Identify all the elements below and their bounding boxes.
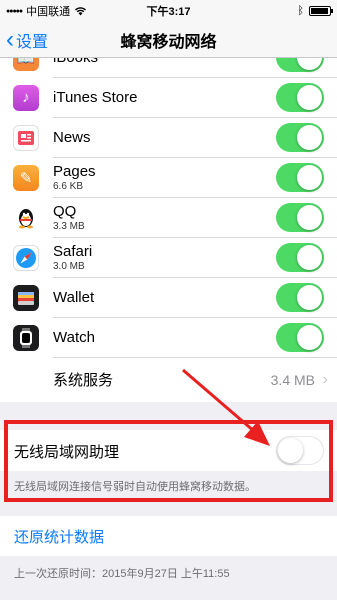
system-services-label: 系统服务 (53, 372, 114, 389)
app-name: QQ (53, 203, 77, 220)
app-name: iBooks (53, 58, 98, 66)
page-title: 蜂窝移动网络 (120, 33, 217, 51)
watch-icon (13, 324, 39, 351)
app-data-usage: 3.0 MB (53, 261, 85, 272)
ibooks-icon: 📖 (13, 58, 39, 71)
toggle-knob (297, 58, 322, 70)
toggle-knob (297, 245, 322, 270)
chevron-left-icon: ‹ (6, 25, 14, 53)
cellular-toggle-pages[interactable] (276, 163, 324, 192)
cellular-toggle-itunes-store[interactable] (276, 83, 324, 112)
cellular-toggle-qq[interactable] (276, 203, 324, 232)
status-bar: ●●●●● 中国联通 下午3:17 ᛒ (0, 0, 337, 22)
app-data-usage: 6.6 KB (53, 181, 84, 192)
navigation-bar: ‹ 设置 蜂窝移动网络 (0, 22, 337, 58)
app-row-news: News (0, 117, 337, 158)
wifi-icon (75, 7, 87, 16)
app-row-ibooks: 📖 iBooks (0, 58, 337, 78)
app-row-qq: QQ 3.3 MB (0, 197, 337, 238)
cellular-toggle-watch[interactable] (276, 323, 324, 352)
app-name: News (53, 129, 91, 146)
battery-level (311, 8, 329, 14)
cellular-toggle-news[interactable] (276, 123, 324, 152)
app-name: iTunes Store (53, 89, 138, 106)
toggle-knob (297, 165, 322, 190)
toggle-knob (297, 205, 322, 230)
cellular-toggle-safari[interactable] (276, 243, 324, 272)
last-reset-time: 上一次还原时间：2015年9月27日 上午11:55 (14, 568, 230, 580)
toggle-knob (297, 85, 322, 110)
qq-icon (13, 204, 39, 231)
reset-statistics-button[interactable]: 还原统计数据 (14, 526, 104, 547)
app-name: Wallet (53, 289, 95, 306)
app-row-pages: ✎ Pages 6.6 KB (0, 157, 337, 198)
cellular-toggle-wallet[interactable] (276, 283, 324, 312)
reset-statistics-row[interactable]: 还原统计数据 (0, 516, 337, 556)
chevron-right-icon: › (322, 370, 328, 388)
news-icon (13, 124, 39, 151)
back-button[interactable]: ‹ 设置 (0, 25, 100, 53)
app-name: Watch (53, 329, 95, 346)
cellular-toggle-ibooks[interactable] (276, 58, 324, 72)
app-data-usage: 3.3 MB (53, 221, 85, 232)
carrier-name: 中国联通 (26, 6, 71, 18)
highlight-box (4, 420, 333, 502)
wallet-icon (13, 284, 39, 311)
back-button-label: 设置 (16, 33, 49, 51)
status-time: 下午3:17 (146, 6, 191, 18)
signal-strength-icon: ●●●●● (6, 7, 23, 15)
system-services-usage: 3.4 MB (270, 371, 315, 388)
pages-icon: ✎ (13, 164, 39, 191)
app-row-safari: Safari 3.0 MB (0, 237, 337, 278)
battery-icon (309, 6, 333, 16)
app-name: Pages (53, 163, 96, 180)
safari-icon (13, 244, 39, 271)
divider (53, 357, 337, 358)
toggle-knob (297, 285, 322, 310)
toggle-knob (297, 125, 322, 150)
app-row-itunes-store: ♪ iTunes Store (0, 77, 337, 118)
app-cellular-list: 📖 iBooks ♪ iTunes Store News ✎ Pages 6.6… (0, 58, 337, 402)
app-row-wallet: Wallet (0, 277, 337, 318)
system-services-row[interactable]: 系统服务 3.4 MB › (0, 359, 337, 400)
app-name: Safari (53, 243, 93, 260)
itunes-store-icon: ♪ (13, 84, 39, 111)
bluetooth-icon: ᛒ (297, 5, 304, 17)
toggle-knob (297, 325, 322, 350)
app-row-watch: Watch (0, 317, 337, 358)
